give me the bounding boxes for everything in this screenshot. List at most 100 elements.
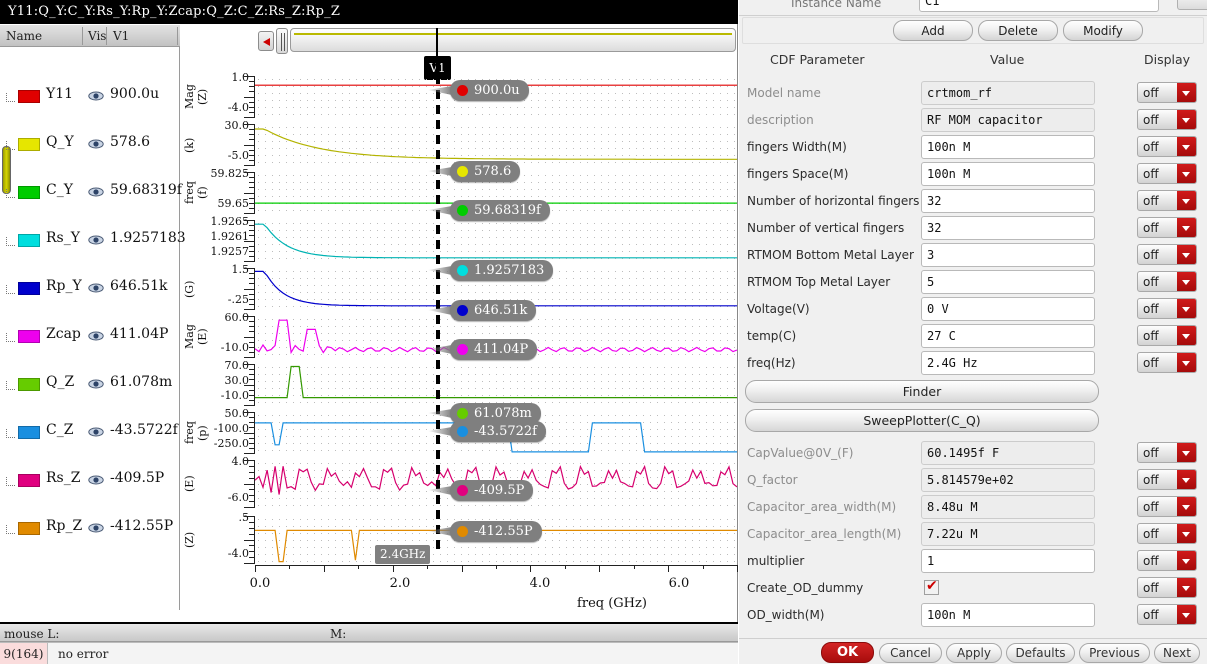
chevron-down-icon[interactable] xyxy=(1177,137,1196,156)
display-dropdown[interactable]: off xyxy=(1137,271,1197,292)
apply-button[interactable]: Apply xyxy=(946,643,1002,663)
chevron-down-icon[interactable] xyxy=(1177,605,1196,624)
signal-row[interactable]: Q_Y 578.6 xyxy=(0,121,180,169)
chevron-down-icon[interactable] xyxy=(1177,83,1196,102)
display-dropdown[interactable]: off xyxy=(1137,82,1197,103)
parameter-value-input[interactable]: 5.814579e+02 xyxy=(921,468,1095,492)
parameter-value-input[interactable]: 100n M xyxy=(921,603,1095,627)
cursor-marker-callout[interactable]: 578.6 xyxy=(428,161,521,182)
chevron-down-icon[interactable] xyxy=(1177,578,1196,597)
chevron-down-icon[interactable] xyxy=(1177,245,1196,264)
cursor-marker-callout[interactable]: -412.55P xyxy=(428,521,542,542)
chevron-down-icon[interactable] xyxy=(1177,191,1196,210)
display-dropdown[interactable]: off xyxy=(1137,190,1197,211)
visibility-eye-icon[interactable] xyxy=(88,426,104,438)
parameter-checkbox[interactable] xyxy=(924,578,939,595)
chevron-down-icon[interactable] xyxy=(1177,470,1196,489)
delete-button[interactable]: Delete xyxy=(978,20,1058,41)
signal-row[interactable]: C_Z -43.5722f xyxy=(0,409,180,457)
chevron-down-icon[interactable] xyxy=(1177,272,1196,291)
parameter-value-input[interactable]: 27 C xyxy=(921,324,1095,348)
vertical-cursor-line[interactable] xyxy=(436,60,440,550)
scroll-left-button[interactable] xyxy=(258,31,274,51)
display-dropdown[interactable]: off xyxy=(1137,550,1197,571)
parameter-value-input[interactable]: 100n M xyxy=(921,162,1095,186)
parameter-value-input[interactable]: 100n M xyxy=(921,135,1095,159)
parameter-value-input[interactable]: crtmom_rf xyxy=(921,81,1095,105)
signal-row[interactable]: Zcap 411.04P xyxy=(0,313,180,361)
strip-track[interactable] xyxy=(290,28,736,52)
signal-row[interactable]: Y11 900.0u xyxy=(0,73,180,121)
parameter-value-input[interactable]: 32 xyxy=(921,216,1095,240)
parameter-value-input[interactable]: 2.4G Hz xyxy=(921,351,1095,375)
cursor-marker-callout[interactable]: -409.5P xyxy=(428,480,534,501)
display-dropdown[interactable]: off xyxy=(1137,577,1197,598)
visibility-eye-icon[interactable] xyxy=(88,90,104,102)
parameter-value-input[interactable]: 32 xyxy=(921,189,1095,213)
visibility-eye-icon[interactable] xyxy=(88,378,104,390)
display-dropdown[interactable]: off xyxy=(1137,163,1197,184)
instance-name-display-dropdown[interactable] xyxy=(1177,0,1207,10)
cursor-marker-callout[interactable]: 646.51k xyxy=(428,300,537,321)
finder-button[interactable]: Finder xyxy=(745,380,1099,403)
parameter-value-input[interactable]: 0 V xyxy=(921,297,1095,321)
visibility-eye-icon[interactable] xyxy=(88,234,104,246)
display-dropdown[interactable]: off xyxy=(1137,136,1197,157)
chevron-down-icon[interactable] xyxy=(1177,524,1196,543)
display-dropdown[interactable]: off xyxy=(1137,442,1197,463)
signal-row[interactable]: Rs_Z -409.5P xyxy=(0,457,180,505)
visibility-eye-icon[interactable] xyxy=(88,330,104,342)
chevron-down-icon[interactable] xyxy=(1177,326,1196,345)
signal-row[interactable]: Rp_Z -412.55P xyxy=(0,505,180,553)
signal-row[interactable]: Q_Z 61.078m xyxy=(0,361,180,409)
visibility-eye-icon[interactable] xyxy=(88,474,104,486)
parameter-value-input[interactable]: RF MOM capacitor xyxy=(921,108,1095,132)
chevron-down-icon[interactable] xyxy=(1177,497,1196,516)
chevron-down-icon[interactable] xyxy=(1177,218,1196,237)
marker-scroll-strip[interactable] xyxy=(258,28,736,54)
display-dropdown[interactable]: off xyxy=(1137,352,1197,373)
parameter-value-input[interactable]: 5 xyxy=(921,270,1095,294)
visibility-eye-icon[interactable] xyxy=(88,522,104,534)
signal-row[interactable]: C_Y 59.68319f xyxy=(0,169,182,217)
display-dropdown[interactable]: off xyxy=(1137,469,1197,490)
defaults-button[interactable]: Defaults xyxy=(1006,643,1075,663)
parameter-value-input[interactable]: 3 xyxy=(921,243,1095,267)
parameter-value-input[interactable]: 60.1495f F xyxy=(921,441,1095,465)
display-dropdown[interactable]: off xyxy=(1137,217,1197,238)
chevron-down-icon[interactable] xyxy=(1177,353,1196,372)
display-dropdown[interactable]: off xyxy=(1137,523,1197,544)
display-dropdown[interactable]: off xyxy=(1137,244,1197,265)
parameter-value-input[interactable]: 7.22u M xyxy=(921,522,1095,546)
ok-button[interactable]: OK xyxy=(821,642,874,663)
strip-grip-handle[interactable] xyxy=(276,28,288,54)
display-dropdown[interactable]: off xyxy=(1137,325,1197,346)
next-button[interactable]: Next xyxy=(1154,643,1200,663)
sweep-plotter-button[interactable]: SweepPlotter(C_Q) xyxy=(745,409,1099,432)
signal-row[interactable]: Rs_Y 1.9257183 xyxy=(0,217,186,265)
cursor-marker-callout[interactable]: 1.9257183 xyxy=(428,260,554,281)
cursor-marker-callout[interactable]: 900.0u xyxy=(428,80,529,101)
parameter-value-input[interactable]: 8.48u M xyxy=(921,495,1095,519)
visibility-eye-icon[interactable] xyxy=(88,138,104,150)
visibility-eye-icon[interactable] xyxy=(88,282,104,294)
instance-name-input[interactable]: C1 xyxy=(919,0,1159,12)
previous-button[interactable]: Previous xyxy=(1079,643,1150,663)
cursor-marker-callout[interactable]: -43.5722f xyxy=(428,421,546,442)
chevron-down-icon[interactable] xyxy=(1177,110,1196,129)
chevron-down-icon[interactable] xyxy=(1177,443,1196,462)
display-dropdown[interactable]: off xyxy=(1137,109,1197,130)
add-button[interactable]: Add xyxy=(893,20,973,41)
display-dropdown[interactable]: off xyxy=(1137,298,1197,319)
display-dropdown[interactable]: off xyxy=(1137,604,1197,625)
visibility-eye-icon[interactable] xyxy=(88,186,104,198)
chevron-down-icon[interactable] xyxy=(1177,551,1196,570)
cursor-marker-callout[interactable]: 59.68319f xyxy=(428,200,550,221)
chevron-down-icon[interactable] xyxy=(1177,299,1196,318)
cancel-button[interactable]: Cancel xyxy=(879,643,942,663)
parameter-value-input[interactable]: 1 xyxy=(921,549,1095,573)
display-dropdown[interactable]: off xyxy=(1137,496,1197,517)
signal-row[interactable]: Rp_Y 646.51k xyxy=(0,265,180,313)
chevron-down-icon[interactable] xyxy=(1177,164,1196,183)
cursor-marker-callout[interactable]: 411.04P xyxy=(428,339,538,360)
